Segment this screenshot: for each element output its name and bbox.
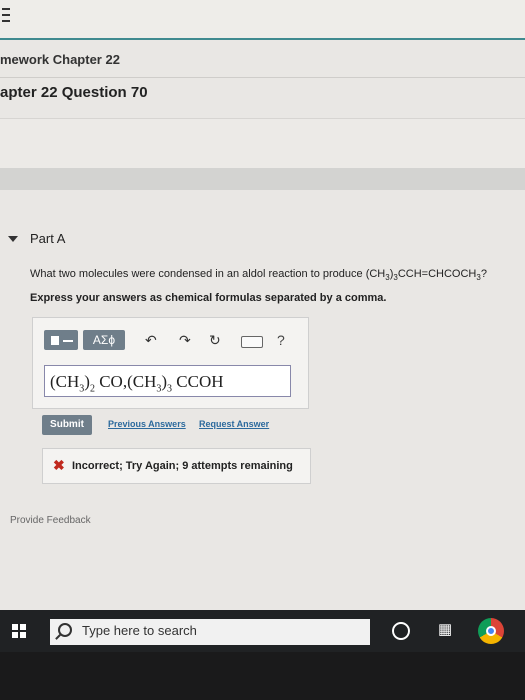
taskbar: Type here to search ▦ [0, 610, 525, 700]
answer-input[interactable]: (CH3)2 CO,(CH3)3 CCOH [44, 365, 291, 397]
cortana-icon[interactable] [392, 622, 410, 640]
reset-icon[interactable]: ↻ [209, 332, 221, 348]
x-mark-icon: ✖ [53, 457, 65, 473]
task-view-icon[interactable]: ▦ [438, 622, 454, 638]
search-icon [58, 623, 72, 637]
help-icon[interactable]: ? [277, 332, 285, 348]
banner-strip [0, 168, 525, 190]
feedback-text: Incorrect; Try Again; 9 attempts remaini… [72, 460, 293, 472]
previous-answers-link[interactable]: Previous Answers [108, 419, 186, 429]
taskbar-row: Type here to search ▦ [0, 610, 525, 652]
undo-icon[interactable]: ↶ [145, 332, 157, 348]
request-answer-link[interactable]: Request Answer [199, 419, 269, 429]
feedback-message: ✖ Incorrect; Try Again; 9 attempts remai… [42, 448, 311, 484]
instructions: Express your answers as chemical formula… [30, 292, 387, 304]
submit-button[interactable]: Submit [42, 415, 92, 435]
part-label[interactable]: Part A [30, 231, 65, 246]
greek-symbols-button[interactable]: ΑΣϕ [83, 330, 125, 350]
answer-editor: ΑΣϕ ↶ ↷ ↻ ? (CH3)2 CO,(CH3)3 CCOH [32, 317, 309, 409]
redo-icon[interactable]: ↷ [179, 332, 191, 348]
breadcrumb[interactable]: mework Chapter 22 [0, 52, 120, 67]
question-text: What two molecules were condensed in an … [30, 268, 487, 283]
menu-icon[interactable] [2, 8, 12, 24]
top-bar [0, 0, 525, 40]
windows-start-icon[interactable] [12, 624, 26, 638]
divider [0, 77, 525, 78]
collapse-triangle-icon[interactable] [8, 236, 18, 242]
keyboard-icon[interactable] [241, 336, 263, 348]
provide-feedback-link[interactable]: Provide Feedback [10, 515, 91, 526]
taskbar-search[interactable]: Type here to search [50, 619, 370, 645]
chrome-icon[interactable] [478, 618, 504, 644]
search-placeholder: Type here to search [82, 623, 197, 638]
template-button[interactable] [44, 330, 78, 350]
page-title: apter 22 Question 70 [0, 84, 148, 101]
